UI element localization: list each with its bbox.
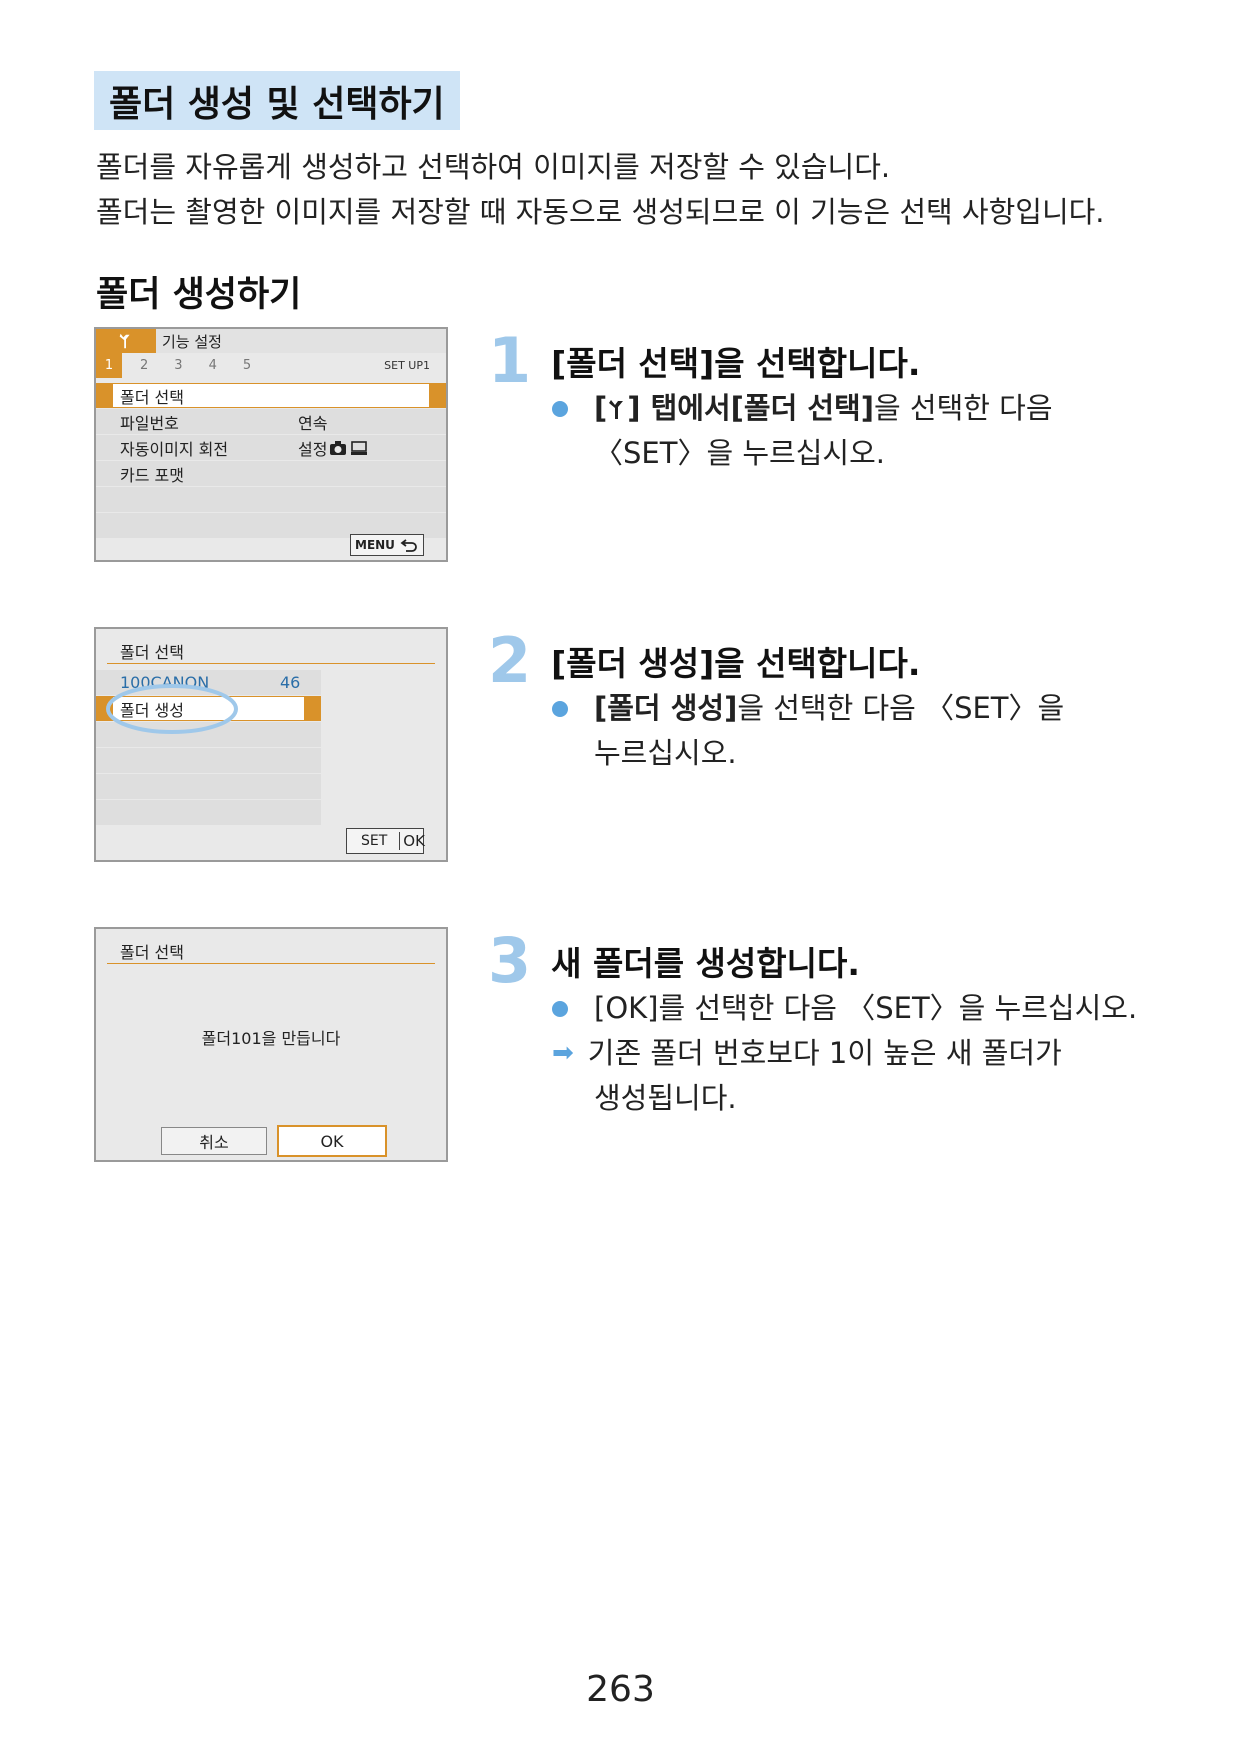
- step-1: 1 [폴더 선택]을 선택합니다.: [488, 330, 920, 392]
- bullet-dot-icon: [552, 700, 568, 717]
- intro-text: 폴더를 자유롭게 생성하고 선택하여 이미지를 저장할 수 있습니다. 폴더는 …: [96, 145, 1105, 235]
- step-number: 2: [488, 624, 532, 697]
- menu-item-value: 설정: [298, 439, 328, 459]
- menu-item-folder-select[interactable]: 폴더 선택: [96, 383, 446, 408]
- tab-number-4: 4: [208, 358, 217, 373]
- page-title-text: 폴더 생성 및 선택하기: [109, 83, 445, 125]
- folder-count: 46: [280, 673, 301, 692]
- empty-row: [96, 800, 321, 825]
- menu-item-empty: [96, 487, 446, 512]
- menu-item-label: 자동이미지 회전: [120, 439, 229, 459]
- menu-item-auto-rotate[interactable]: 자동이미지 회전 설정: [96, 435, 446, 460]
- tab-numbers: 1 2 3 4 5 SET UP1: [96, 353, 446, 378]
- ok-button[interactable]: OK: [277, 1125, 387, 1157]
- bullet-dot-icon: [552, 400, 568, 417]
- step-3-result-line2: 생성됩니다.: [594, 1081, 737, 1115]
- step-2-bullet: [폴더 생성] 을 선택한 다음 〈SET〉을: [552, 686, 1064, 731]
- step-3-bullet: [OK]를 선택한 다음 〈SET〉을 누르십시오.: [552, 986, 1137, 1031]
- wrench-tab: [96, 329, 156, 353]
- menu-button-label: MENU: [355, 538, 395, 552]
- set-label: SET: [361, 833, 388, 849]
- menu-item-label: 파일번호: [120, 413, 179, 433]
- bracket-open: [: [594, 391, 608, 425]
- bracket-close: ] 탭에서: [627, 391, 731, 425]
- step-1-bullet-line2: 〈SET〉을 누르십시오.: [594, 436, 885, 470]
- section-heading: 폴더 생성하기: [96, 275, 302, 315]
- bullet-bold: [폴더 선택]: [730, 391, 874, 425]
- menu-item-format-card[interactable]: 카드 포맷: [96, 461, 446, 486]
- ok-label: OK: [320, 1131, 344, 1151]
- step-number: 1: [488, 324, 532, 397]
- bullet-bold: [폴더 생성]: [594, 691, 738, 725]
- tab-bar: 기능 설정: [96, 329, 446, 353]
- tab-title: 기능 설정: [162, 332, 222, 351]
- highlight-ellipse: [106, 684, 238, 734]
- camera-screen-setup-menu: 기능 설정 1 2 3 4 5 SET UP1 폴더 선택 파일번호 연속 자동…: [94, 327, 448, 562]
- set-ok-button[interactable]: SET OK: [346, 828, 425, 854]
- bullet-rest: 을 선택한 다음: [873, 391, 1053, 425]
- step-title: 새 폴더를 생성합니다.: [551, 944, 860, 983]
- camera-icon: [330, 440, 347, 455]
- menu-item-label: 카드 포맷: [120, 465, 184, 485]
- intro-line-2: 폴더는 촬영한 이미지를 저장할 때 자동으로 생성되므로 이 기능은 선택 사…: [96, 195, 1105, 229]
- empty-row: [96, 748, 321, 773]
- bullet-dot-icon: [552, 1000, 568, 1017]
- bullet-rest: 을 선택한 다음 〈SET〉을: [737, 691, 1065, 725]
- tab-number-1: 1: [96, 353, 122, 378]
- tab-label: SET UP1: [384, 359, 430, 372]
- result-line-1: 기존 폴더 번호보다 1이 높은 새 폴더가: [587, 1036, 1062, 1070]
- page-title: 폴더 생성 및 선택하기: [94, 71, 460, 130]
- step-title: [폴더 선택]을 선택합니다.: [551, 344, 921, 383]
- return-icon: [400, 539, 417, 552]
- step-1-bullet: [ ] 탭에서 [폴더 선택] 을 선택한 다음: [552, 386, 1053, 431]
- screen-title: 폴더 선택: [120, 943, 184, 962]
- monitor-icon: [351, 440, 368, 455]
- camera-screen-folder-select: 폴더 선택 100CANON 46 폴더 생성 SET OK: [94, 627, 448, 862]
- title-underline: [107, 963, 435, 964]
- menu-item-label: 폴더 선택: [120, 387, 184, 407]
- arrow-right-icon: ➡: [552, 1038, 574, 1068]
- ok-label: OK: [399, 832, 425, 850]
- cancel-label: 취소: [199, 1133, 229, 1152]
- menu-item-file-number[interactable]: 파일번호 연속: [96, 409, 446, 434]
- intro-line-1: 폴더를 자유롭게 생성하고 선택하여 이미지를 저장할 수 있습니다.: [96, 150, 891, 184]
- tab-number-5: 5: [242, 358, 252, 373]
- page-number: 263: [586, 1669, 655, 1710]
- step-2: 2 [폴더 생성]을 선택합니다.: [488, 630, 920, 692]
- dialog-message: 폴더101을 만듭니다: [201, 1029, 341, 1048]
- menu-button[interactable]: MENU: [350, 534, 424, 556]
- menu-item-value: 연속: [298, 413, 328, 433]
- cancel-button[interactable]: 취소: [161, 1127, 267, 1155]
- bullet-text: [OK]를 선택한 다음 〈SET〉을 누르십시오.: [594, 991, 1138, 1025]
- camera-screen-create-dialog: 폴더 선택 폴더101을 만듭니다 취소 OK: [94, 927, 448, 1162]
- empty-row: [96, 774, 321, 799]
- step-2-bullet-line2: 누르십시오.: [594, 736, 737, 770]
- wrench-icon: [609, 399, 624, 419]
- tab-number-3: 3: [174, 358, 183, 373]
- title-underline: [107, 663, 435, 664]
- screen-title: 폴더 선택: [120, 643, 184, 662]
- step-3: 3 새 폴더를 생성합니다.: [488, 930, 860, 992]
- wrench-icon: [119, 333, 130, 349]
- tab-number-2: 2: [140, 358, 149, 373]
- step-3-result: ➡ 기존 폴더 번호보다 1이 높은 새 폴더가: [552, 1031, 1062, 1076]
- step-number: 3: [488, 924, 532, 997]
- step-title: [폴더 생성]을 선택합니다.: [551, 644, 921, 683]
